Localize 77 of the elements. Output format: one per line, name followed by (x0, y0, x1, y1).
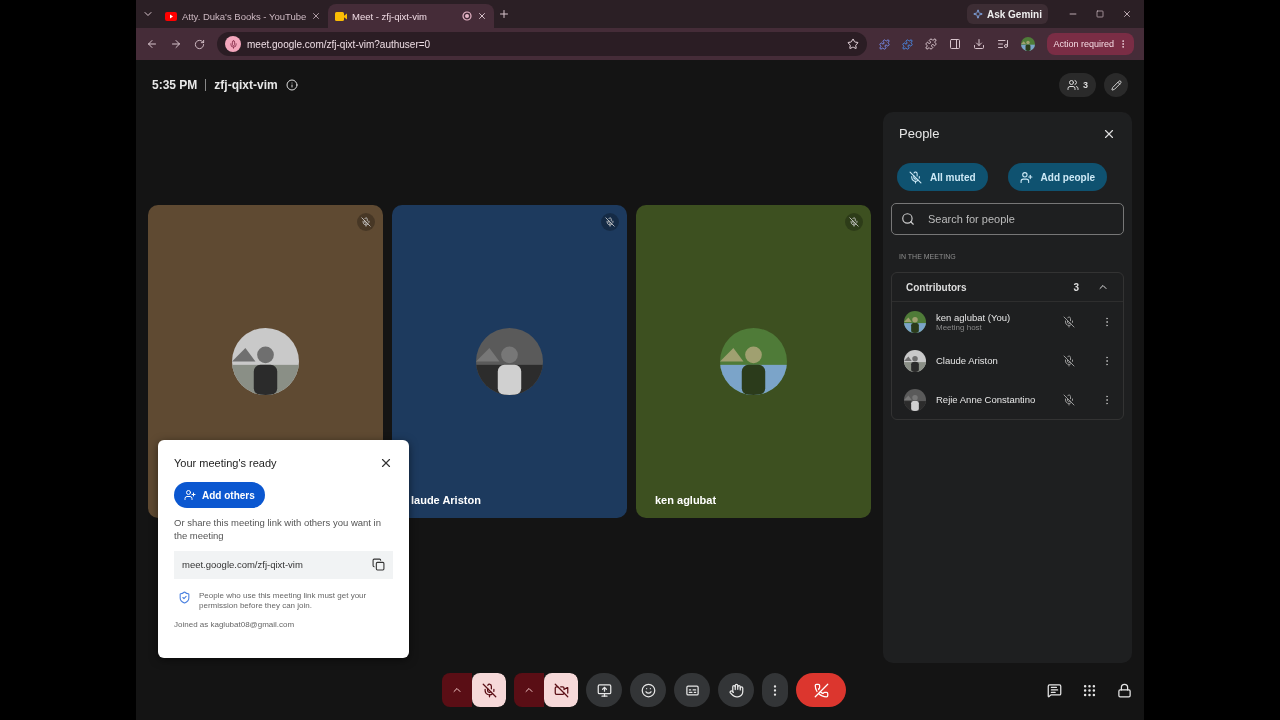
camera-logo-icon (335, 11, 347, 21)
leave-call-button[interactable] (796, 673, 846, 707)
person-role: Meeting host (936, 322, 982, 332)
info-icon[interactable] (285, 79, 298, 91)
microphone-toggle[interactable] (472, 673, 506, 707)
person-name: Claude Ariston (936, 355, 999, 366)
media-icon[interactable] (997, 38, 1010, 50)
copy-icon[interactable] (372, 558, 385, 572)
microphone-icon (225, 36, 241, 52)
pencil-icon (1110, 79, 1122, 91)
person-name: ken aglubat (You) (936, 311, 1012, 323)
muted-icon[interactable] (1063, 393, 1075, 406)
search-icon (901, 212, 915, 226)
microphone-off-icon (909, 170, 922, 184)
lock-icon[interactable] (1117, 682, 1132, 698)
add-person-icon (1019, 170, 1033, 184)
side-panel-icon[interactable] (949, 38, 962, 50)
meeting-code: zfj-qixt-vim (214, 78, 278, 92)
participant-name: ken aglubat (655, 493, 717, 506)
back-icon[interactable] (146, 38, 158, 50)
extension-icon[interactable] (902, 38, 914, 50)
close-icon[interactable] (379, 456, 393, 470)
address-bar[interactable]: meet.google.com/zfj-qixt-vim?authuser=0 (217, 32, 868, 56)
present-screen-button[interactable] (586, 673, 622, 707)
joined-as-text: Joined as kaglubat08@gmail.com (174, 620, 296, 631)
participant-name: laude Ariston (411, 493, 481, 506)
close-icon[interactable] (311, 11, 322, 21)
emoji-button[interactable] (630, 673, 666, 707)
permission-notice: People who use this meeting link must get your permission before they can join. (199, 590, 368, 613)
close-icon[interactable] (477, 11, 487, 21)
count-label: 3 (1073, 281, 1079, 293)
captions-icon (684, 682, 700, 698)
new-tab-icon[interactable] (498, 8, 510, 20)
dialog-title: Your meeting's ready (174, 457, 277, 469)
shield-icon (178, 590, 191, 604)
camera-off-icon (553, 682, 569, 698)
hand-icon (728, 682, 744, 698)
play-logo-icon (165, 11, 177, 21)
add-person-icon (184, 489, 196, 501)
grid-icon[interactable] (1082, 682, 1097, 698)
add-people-button[interactable]: Add people (1007, 163, 1107, 191)
browser-tab[interactable]: Meet - zfj-qixt-vim (328, 4, 494, 28)
extension-icon[interactable] (879, 38, 891, 50)
camera-toggle[interactable] (544, 673, 578, 707)
chat-icon[interactable] (1047, 682, 1062, 698)
download-icon[interactable] (973, 38, 986, 50)
add-others-button[interactable]: Add others (174, 482, 265, 508)
search-field[interactable]: Search for people (891, 203, 1124, 235)
maximize-icon[interactable] (1096, 10, 1104, 18)
people-icon (1067, 79, 1079, 91)
edit-button[interactable] (1104, 73, 1128, 97)
raise-hand-button[interactable] (718, 673, 754, 707)
star-icon[interactable] (847, 38, 860, 50)
monitor-arrow-icon (596, 682, 612, 698)
group-header[interactable]: Contributors 3 (892, 273, 1123, 302)
ask-gemini-button[interactable]: Ask Gemini (966, 4, 1048, 24)
phone-icon (813, 682, 829, 698)
participants-button[interactable]: 3 (1059, 73, 1096, 97)
meeting-time: 5:35 PM (152, 78, 198, 92)
forward-icon[interactable] (170, 38, 182, 50)
share-text: Or share this meeting link with others you want in the meeting (174, 516, 382, 543)
browser-tab[interactable]: Atty. Duka's Books - YouTube (158, 4, 324, 28)
captions-button[interactable] (674, 673, 710, 707)
more-options-button[interactable] (762, 673, 788, 707)
reload-icon[interactable] (194, 38, 205, 50)
person-name: Rejie Anne Constantino (936, 394, 1037, 405)
microphone-off-icon (481, 682, 497, 698)
extensions-icon[interactable] (925, 38, 938, 50)
sparkle-icon (972, 9, 983, 19)
muted-icon[interactable] (1063, 354, 1075, 367)
close-window-icon[interactable] (1122, 9, 1132, 19)
action-required-button[interactable]: Action required (1047, 33, 1134, 55)
all-muted-button[interactable]: All muted (897, 163, 988, 191)
smiley-icon (640, 682, 656, 698)
muted-icon[interactable] (1063, 315, 1075, 328)
record-icon (462, 11, 472, 21)
panel-title: People (899, 126, 940, 141)
